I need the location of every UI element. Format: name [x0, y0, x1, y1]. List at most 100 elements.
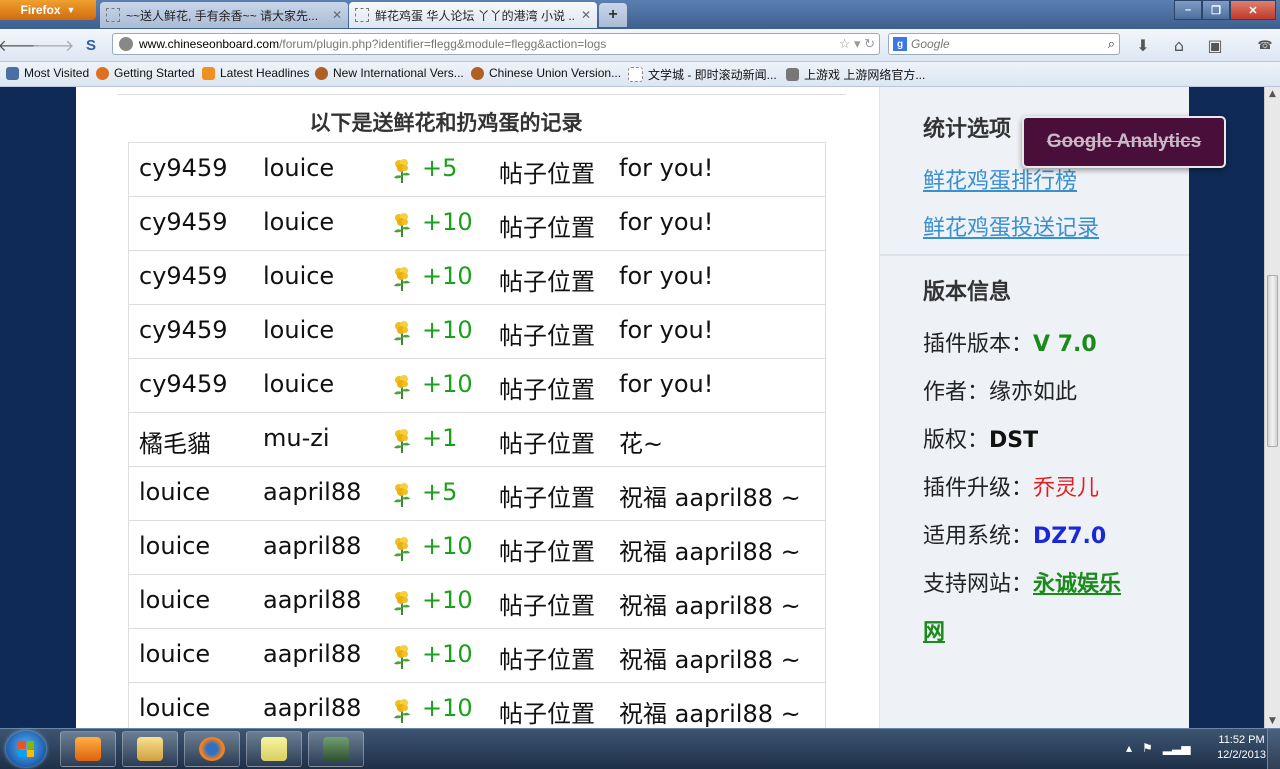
flower-amount: +10: [422, 640, 473, 668]
recipient-name[interactable]: aapril88: [263, 640, 361, 668]
windows-logo-icon: [18, 741, 34, 757]
post-position-link[interactable]: 帖子位置: [499, 208, 595, 243]
sender-name[interactable]: louice: [139, 532, 210, 560]
bookmark-most-visited[interactable]: Most Visited: [6, 66, 89, 80]
notification-icon[interactable]: ☎: [1254, 35, 1276, 55]
sender-name[interactable]: cy9459: [139, 208, 227, 236]
delivery-log-link[interactable]: 鲜花鸡蛋投送记录: [923, 210, 1099, 242]
bookmark-niv[interactable]: New International Vers...: [315, 66, 464, 80]
sender-name[interactable]: louice: [139, 586, 210, 614]
site-icon: [471, 66, 484, 80]
info-label: 版权：: [923, 428, 990, 453]
sender-name[interactable]: 橘毛貓: [139, 424, 211, 459]
post-position-link[interactable]: 帖子位置: [499, 694, 595, 728]
info-label: 支持网站：: [923, 572, 1034, 597]
recipient-name[interactable]: aapril88: [263, 478, 361, 506]
recipient-name[interactable]: mu-zi: [263, 424, 330, 452]
sender-name[interactable]: cy9459: [139, 316, 227, 344]
search-input[interactable]: g Google ⌕: [888, 33, 1120, 55]
taskbar-task-manager[interactable]: [308, 731, 364, 767]
post-position-link[interactable]: 帖子位置: [499, 532, 595, 567]
post-position-link[interactable]: 帖子位置: [499, 316, 595, 351]
bookmark-wenxuecity[interactable]: 文学城 - 即时滚动新闻...: [628, 66, 777, 83]
start-button[interactable]: [6, 731, 46, 767]
scrollbar-thumb[interactable]: [1267, 275, 1278, 447]
maximize-button[interactable]: ❐: [1202, 0, 1230, 20]
flower-icon: [391, 482, 413, 508]
page-icon: [355, 8, 369, 22]
show-desktop-button[interactable]: [1267, 729, 1280, 769]
sender-name[interactable]: louice: [139, 478, 210, 506]
network-signal-icon[interactable]: ▂▃▅: [1163, 741, 1191, 755]
bookmark-latest-headlines[interactable]: Latest Headlines: [202, 66, 309, 80]
close-icon[interactable]: ✕: [332, 8, 342, 22]
close-icon[interactable]: ✕: [581, 8, 591, 22]
sender-name[interactable]: cy9459: [139, 154, 227, 182]
recipient-name[interactable]: louice: [263, 316, 334, 344]
recipient-name[interactable]: aapril88: [263, 586, 361, 614]
taskbar-firefox[interactable]: [184, 731, 240, 767]
addon-bar-icon[interactable]: ▣: [1204, 35, 1226, 55]
bookmark-star-icon[interactable]: ☆ ▾ ↻: [839, 36, 875, 52]
search-icon[interactable]: ⌕: [1108, 36, 1115, 52]
bookmarks-bar: Most Visited Getting Started Latest Head…: [0, 62, 1280, 87]
post-position-link[interactable]: 帖子位置: [499, 478, 595, 513]
recipient-name[interactable]: louice: [263, 154, 334, 182]
url-path: /forum/plugin.php?identifier=flegg&modul…: [279, 37, 607, 51]
records-title: 以下是送鲜花和扔鸡蛋的记录: [309, 110, 583, 135]
show-hidden-icons-icon[interactable]: ▴: [1126, 741, 1132, 755]
taskbar-sticky-notes[interactable]: [246, 731, 302, 767]
addon-s-icon[interactable]: S: [80, 35, 102, 55]
action-center-flag-icon[interactable]: ⚑: [1142, 741, 1153, 755]
back-arrow-icon[interactable]: 🡐: [0, 35, 40, 55]
system-tray: ▴ ⚑ ▂▃▅: [1126, 741, 1190, 755]
recipient-name[interactable]: louice: [263, 370, 334, 398]
bookmark-cuv[interactable]: Chinese Union Version...: [471, 66, 621, 80]
taskbar-explorer[interactable]: [122, 731, 178, 767]
scroll-up-icon[interactable]: ▲: [1269, 89, 1276, 99]
scroll-down-icon[interactable]: ▼: [1269, 716, 1276, 726]
taskbar-media-player[interactable]: [60, 731, 116, 767]
new-tab-button[interactable]: +: [599, 3, 627, 27]
download-icon[interactable]: ⬇: [1132, 35, 1154, 55]
support-site-link[interactable]: 网: [923, 619, 945, 645]
sender-name[interactable]: cy9459: [139, 370, 227, 398]
recipient-name[interactable]: aapril88: [263, 532, 361, 560]
sender-name[interactable]: louice: [139, 694, 210, 722]
info-value: V 7.0: [1033, 332, 1097, 357]
firefox-menu-button[interactable]: Firefox ▼: [0, 0, 96, 20]
bookmark-shangyouxi[interactable]: 上游戏 上游网络官方...: [786, 66, 925, 83]
recipient-name[interactable]: louice: [263, 208, 334, 236]
minimize-button[interactable]: –: [1174, 0, 1202, 20]
support-site-link[interactable]: 永诚娱乐: [1033, 571, 1121, 597]
info-value: 乔灵儿: [1033, 476, 1100, 501]
post-position-link[interactable]: 帖子位置: [499, 640, 595, 675]
sender-name[interactable]: louice: [139, 640, 210, 668]
post-position-link[interactable]: 帖子位置: [499, 424, 595, 459]
tab-flower-egg[interactable]: 鲜花鸡蛋 华人论坛 丫丫的港湾 小说 ... ✕: [349, 2, 597, 28]
info-value: DZ7.0: [1033, 524, 1107, 549]
sender-name[interactable]: cy9459: [139, 262, 227, 290]
bookmark-getting-started[interactable]: Getting Started: [96, 66, 195, 80]
recipient-name[interactable]: louice: [263, 262, 334, 290]
home-icon[interactable]: ⌂: [1168, 35, 1190, 55]
message-text: 祝福 aapril88 ~: [619, 592, 801, 620]
clock[interactable]: 11:52 PM 12/2/2013: [1217, 733, 1266, 763]
post-position-link[interactable]: 帖子位置: [499, 154, 595, 189]
vertical-scrollbar[interactable]: ▲ ▼: [1264, 87, 1280, 728]
post-position-link[interactable]: 帖子位置: [499, 586, 595, 621]
recipient-name[interactable]: aapril88: [263, 694, 361, 722]
flower-icon: [391, 266, 413, 292]
post-position-link[interactable]: 帖子位置: [499, 262, 595, 297]
post-position-link[interactable]: 帖子位置: [499, 370, 595, 405]
title-bar: Firefox ▼ ~~送人鲜花, 手有余香~~ 请大家先... ✕ 鲜花鸡蛋 华…: [0, 0, 1280, 29]
forward-arrow-icon[interactable]: 🡒: [32, 35, 75, 55]
table-row: cy9459 louice +10 帖子位置 for you!: [129, 197, 825, 251]
message-text: 祝福 aapril88 ~: [619, 484, 801, 512]
tab-send-flowers[interactable]: ~~送人鲜花, 手有余香~~ 请大家先... ✕: [100, 2, 348, 28]
close-window-button[interactable]: ✕: [1230, 0, 1276, 20]
media-player-icon: [75, 737, 101, 761]
google-analytics-badge[interactable]: Google Analytics: [1022, 116, 1226, 168]
url-bar[interactable]: www.chineseonboard.com/forum/plugin.php?…: [112, 33, 880, 55]
table-row: cy9459 louice +5 帖子位置 for you!: [129, 143, 825, 197]
